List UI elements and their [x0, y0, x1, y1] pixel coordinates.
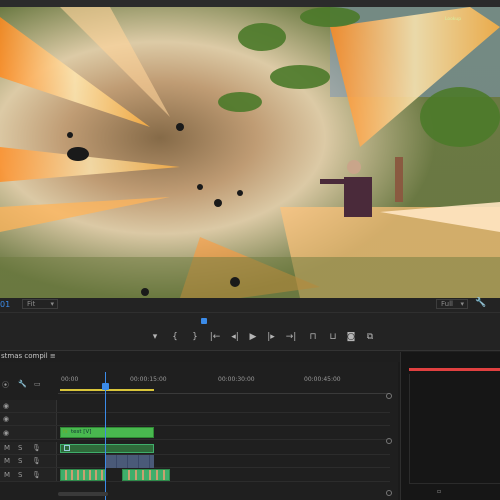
video-clip-name: test [V] [71, 429, 92, 435]
step-back-icon[interactable]: ◂| [228, 330, 242, 344]
track-header: M S 🎙 [0, 468, 57, 481]
video-track-v3[interactable]: ◉ [0, 400, 390, 413]
horizontal-scrollbar[interactable] [58, 492, 108, 496]
audio-meter-peak [409, 368, 500, 371]
ruler-label: 00:00:45:00 [304, 376, 341, 383]
playback-resolution-label: Full [441, 300, 453, 308]
microphone-icon[interactable]: 🎙 [32, 471, 41, 479]
mute-button[interactable]: M [4, 471, 10, 479]
export-frame-icon[interactable]: ◙ [344, 330, 358, 344]
video-frame [0, 7, 500, 298]
clip-icon [64, 445, 70, 451]
audio-clip[interactable] [60, 469, 106, 481]
snap-icon[interactable]: ⦿ [2, 380, 9, 390]
track-header: ◉ [0, 413, 57, 425]
solo-button[interactable]: S [18, 457, 22, 465]
audio-clip[interactable] [106, 455, 154, 468]
video-track-v2[interactable]: ◉ [0, 413, 390, 426]
ruler-label: 00:00:30:00 [218, 376, 255, 383]
step-forward-icon[interactable]: |▸ [264, 330, 278, 344]
monitor-playhead[interactable] [201, 318, 207, 324]
chevron-down-icon: ▾ [50, 300, 54, 308]
playback-resolution-dropdown[interactable]: Full ▾ [436, 299, 468, 309]
monitor-mini-timeline[interactable] [0, 312, 500, 324]
mark-in-icon[interactable]: { [168, 330, 182, 344]
audio-track-a3[interactable]: M S 🎙 [0, 468, 390, 482]
sequence-tab[interactable]: stmas compil ≡ [0, 352, 56, 360]
zoom-fit-dropdown[interactable]: Fit ▾ [22, 299, 58, 309]
play-icon[interactable]: ▶ [246, 330, 260, 344]
scroll-handle-top[interactable] [386, 393, 392, 399]
zoom-fit-label: Fit [27, 300, 36, 308]
mute-button[interactable]: M [4, 444, 10, 452]
go-to-out-icon[interactable]: →| [284, 330, 298, 344]
track-header: M S 🎙 [0, 442, 57, 454]
eye-icon[interactable]: ◉ [3, 429, 9, 437]
marker-icon[interactable]: ▾ [148, 330, 162, 344]
track-header: ◉ [0, 400, 57, 412]
scroll-handle-bottom[interactable] [386, 490, 392, 496]
audio-clip[interactable] [60, 444, 154, 453]
program-monitor-viewer[interactable]: Lookup [0, 7, 500, 298]
transport-controls: ▾ { } |← ◂| ▶ |▸ →| ⊓ ⊔ ◙ ⧉ [0, 330, 500, 344]
eye-icon[interactable]: ◉ [3, 402, 9, 410]
solo-button[interactable]: S [18, 471, 22, 479]
menu-icon[interactable]: ≡ [50, 352, 56, 360]
insert-icon[interactable]: ⊓ [306, 330, 320, 344]
track-header: ◉ [0, 426, 57, 439]
solo-button[interactable]: S [18, 444, 22, 452]
meter-scale-mark: ▫ [437, 488, 442, 495]
sequence-tab-label: stmas compil [1, 352, 48, 360]
video-clip[interactable]: fx test [V] [60, 427, 154, 438]
go-to-in-icon[interactable]: |← [208, 330, 222, 344]
mark-out-icon[interactable]: } [188, 330, 202, 344]
track-header: M S 🎙 [0, 455, 57, 467]
eye-icon[interactable]: ◉ [3, 415, 9, 423]
app-top-bar [0, 0, 500, 7]
audio-meter-area [409, 374, 500, 484]
wrench-icon[interactable]: 🔧 [18, 380, 27, 388]
overwrite-icon[interactable]: ⊔ [326, 330, 340, 344]
timeline-playhead[interactable] [102, 383, 109, 390]
ruler-label: 00:00:15:00 [130, 376, 167, 383]
chevron-down-icon: ▾ [460, 300, 464, 308]
timeline-tools: ⦿ 🔧 ▭ [0, 380, 56, 390]
audio-track-a1[interactable]: M S 🎙 [0, 442, 390, 455]
monitor-controls: 01 Fit ▾ Full ▾ 🔧 ▾ { } |← ◂| ▶ |▸ →| ⊓ ⊔ … [0, 298, 500, 350]
microphone-icon[interactable]: 🎙 [32, 444, 41, 452]
audio-meters-panel: ▫ [400, 352, 500, 500]
video-track-v1[interactable]: ◉ fx test [V] [0, 426, 390, 440]
ruler-label: 00:00 [61, 376, 79, 383]
mute-button[interactable]: M [4, 457, 10, 465]
audio-track-a2[interactable]: M S 🎙 [0, 455, 390, 468]
timeline-panel: ⦿ 🔧 ▭ 00:00 00:00:15:00 00:00:30:00 00:0… [0, 362, 398, 500]
timeline-playhead-line[interactable] [105, 372, 106, 500]
fx-badge: fx [63, 429, 68, 435]
audio-clip[interactable] [122, 469, 170, 481]
microphone-icon[interactable]: 🎙 [32, 457, 41, 465]
playhead-timecode[interactable]: 01 [0, 300, 10, 309]
scroll-handle-mid[interactable] [386, 438, 392, 444]
comparison-view-icon[interactable]: ⧉ [363, 330, 377, 344]
captions-icon[interactable]: ▭ [34, 380, 41, 388]
viewer-watermark: Lookup [445, 17, 462, 22]
settings-wrench-icon[interactable]: 🔧 [475, 298, 486, 308]
